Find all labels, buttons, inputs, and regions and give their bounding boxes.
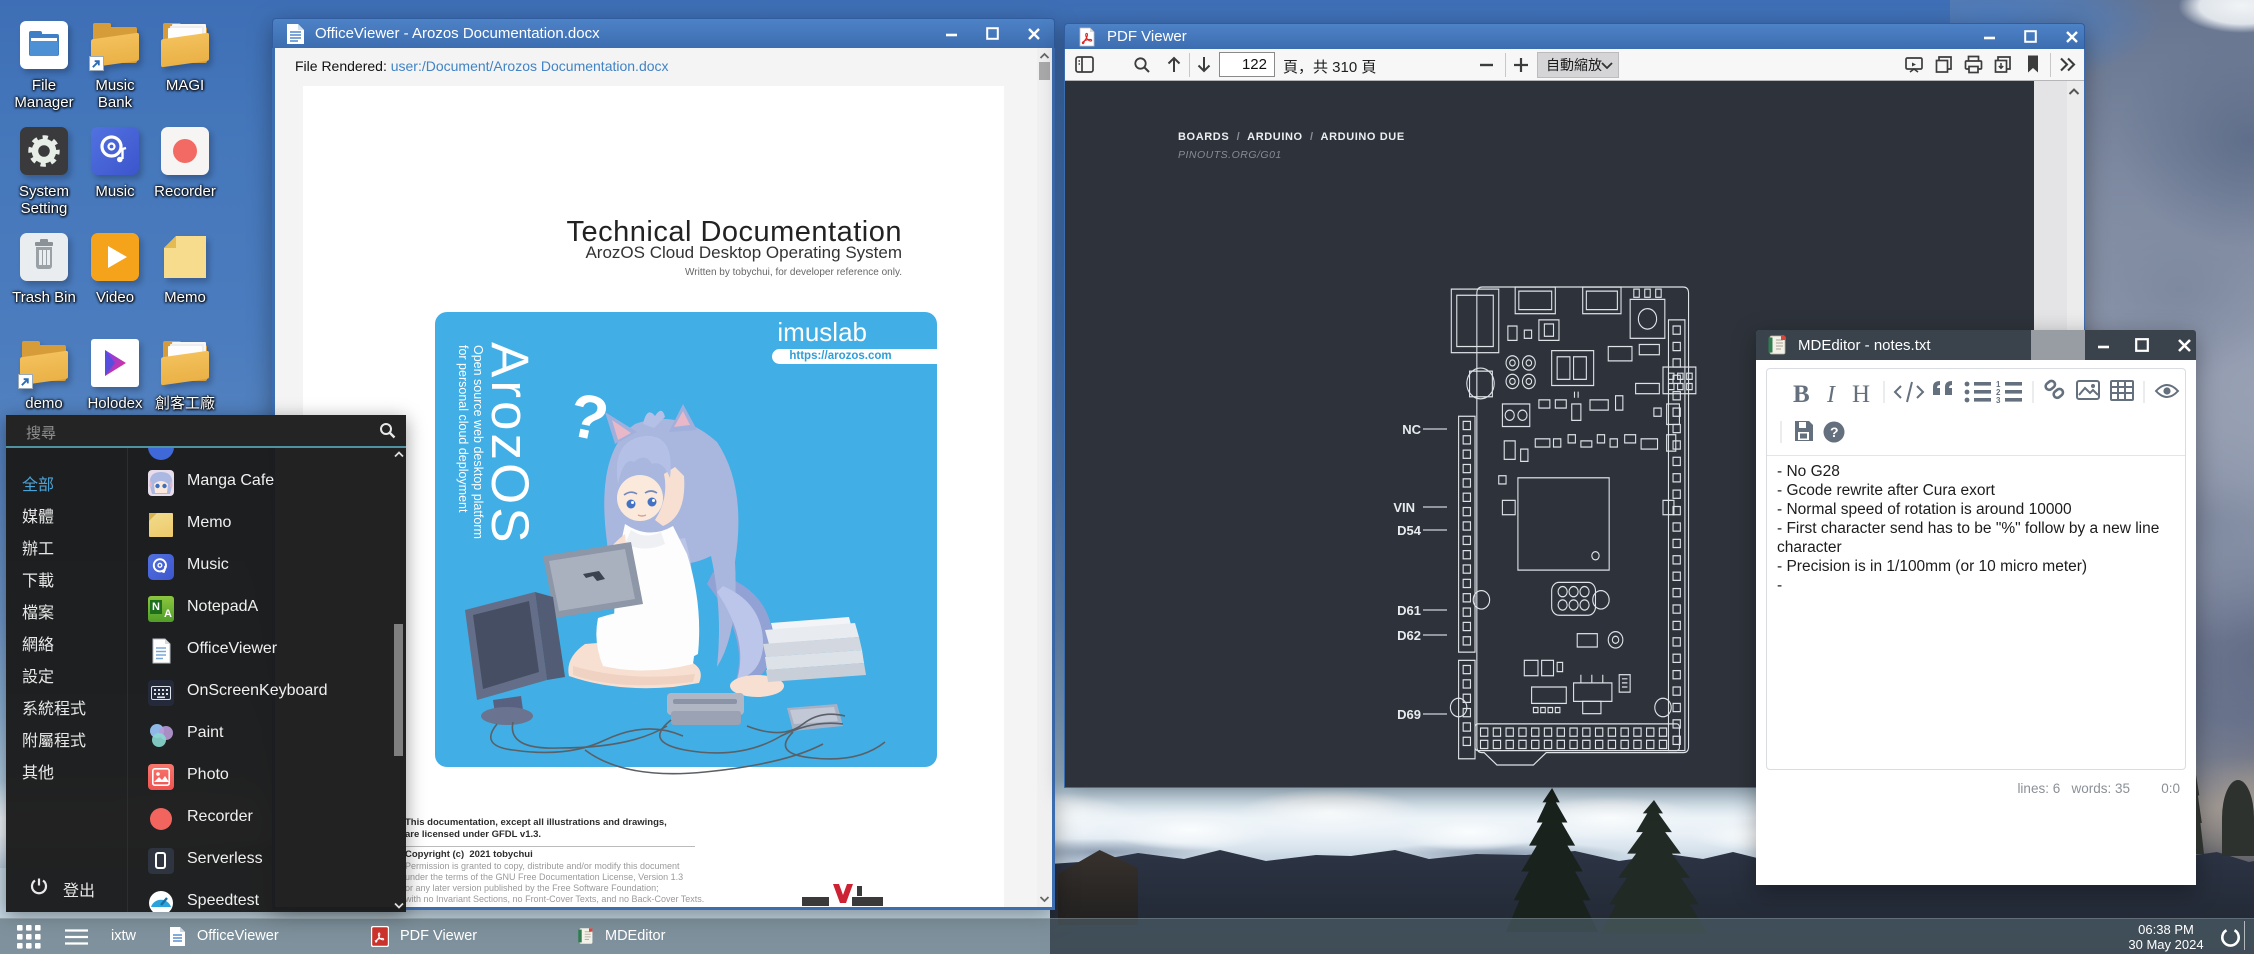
svg-text:3: 3 — [1996, 396, 2001, 405]
svg-text:B: B — [1793, 381, 1810, 408]
svg-text:I: I — [1826, 382, 1836, 408]
svg-text:H: H — [1852, 381, 1870, 408]
svg-text:?: ? — [1830, 424, 1839, 440]
svg-text:?: ? — [563, 380, 614, 455]
